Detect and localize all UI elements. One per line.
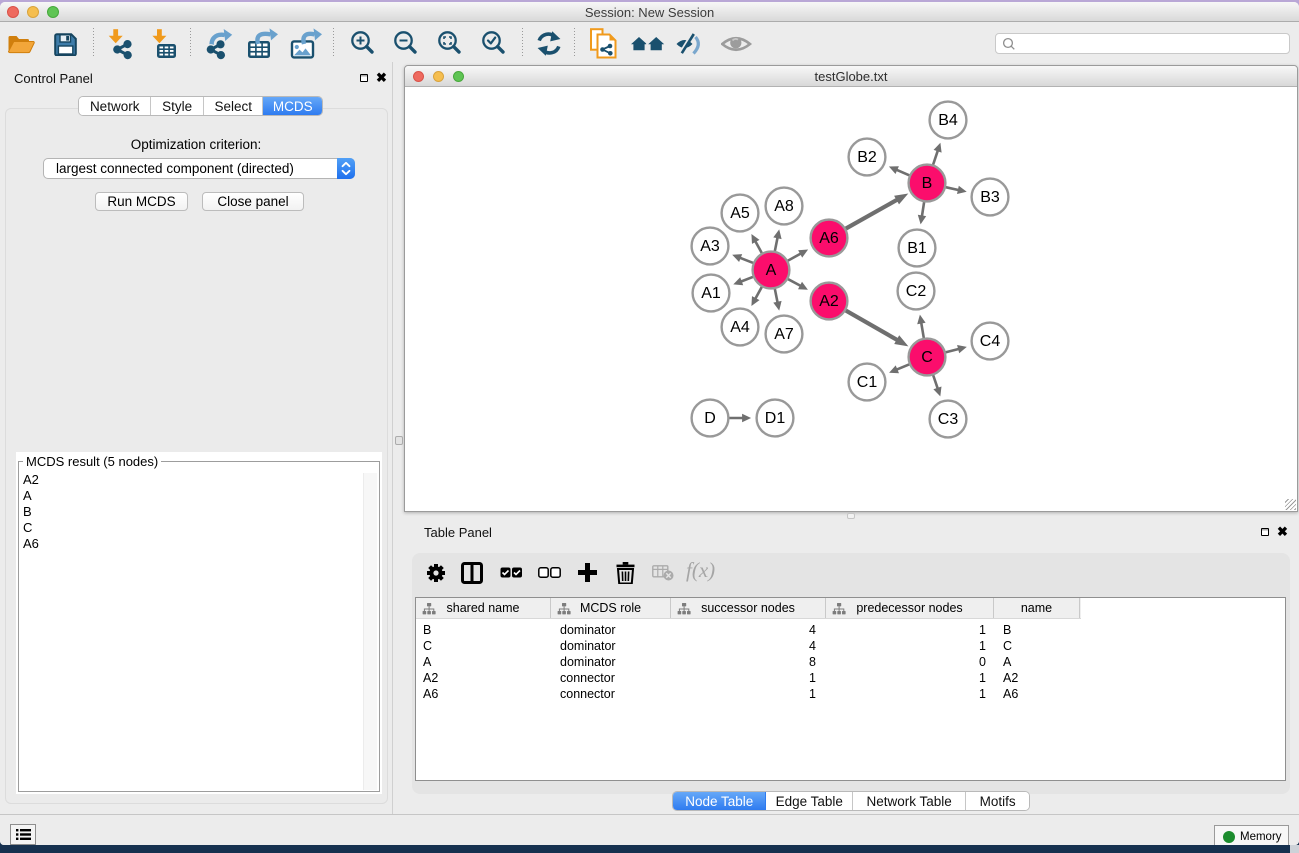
svg-text:B1: B1 <box>907 240 927 257</box>
svg-text:A4: A4 <box>730 319 750 336</box>
svg-text:B2: B2 <box>857 149 877 166</box>
svg-text:D1: D1 <box>765 410 786 427</box>
svg-text:A6: A6 <box>819 230 839 247</box>
svg-text:C2: C2 <box>906 283 927 300</box>
svg-text:C4: C4 <box>980 333 1001 350</box>
svg-text:B: B <box>922 175 933 192</box>
svg-text:C3: C3 <box>938 411 959 428</box>
svg-text:C1: C1 <box>857 374 878 391</box>
svg-text:A8: A8 <box>774 198 794 215</box>
svg-text:A5: A5 <box>730 205 750 222</box>
svg-text:C: C <box>921 349 933 366</box>
svg-text:A7: A7 <box>774 326 794 343</box>
svg-text:B4: B4 <box>938 112 958 129</box>
svg-text:A: A <box>766 262 777 279</box>
svg-text:A1: A1 <box>701 285 721 302</box>
svg-text:A3: A3 <box>700 238 720 255</box>
svg-text:D: D <box>704 410 716 427</box>
svg-text:A2: A2 <box>819 293 839 310</box>
svg-text:B3: B3 <box>980 189 1000 206</box>
